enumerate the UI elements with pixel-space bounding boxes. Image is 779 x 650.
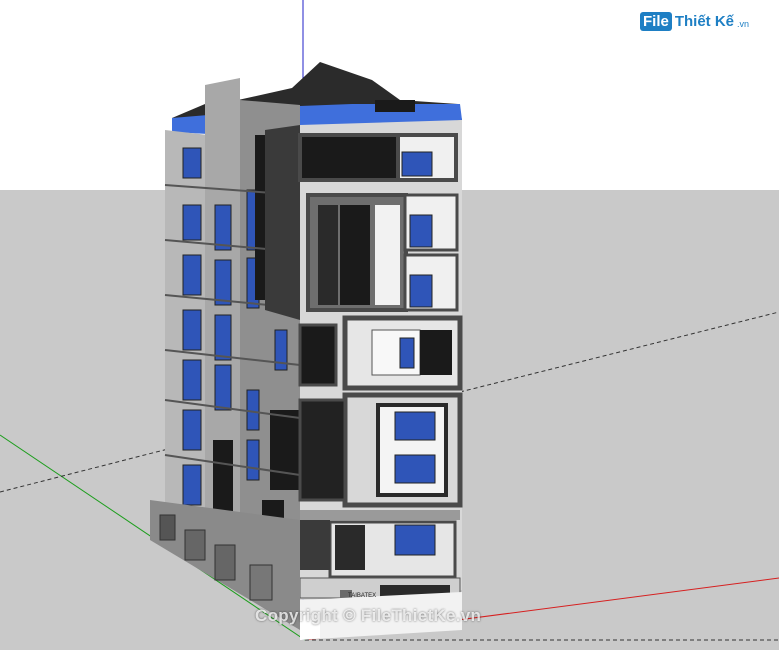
logo-file-mark: File xyxy=(640,12,672,31)
filethietke-logo: File Thiết Kế .vn xyxy=(640,12,749,31)
front-panels xyxy=(298,133,463,625)
sketchup-viewport[interactable]: TAIBATEX File Thiết Kế .vn Copyright © F… xyxy=(0,0,779,650)
building-sign: TAIBATEX xyxy=(348,593,376,599)
logo-text: Thiết Kế xyxy=(674,13,735,30)
copyright-watermark: Copyright © FileThietKe.vn xyxy=(255,606,482,625)
roof-box xyxy=(375,100,415,112)
logo-domain: .vn xyxy=(737,19,750,29)
front-dark-strip xyxy=(265,125,300,320)
3d-scene[interactable]: TAIBATEX xyxy=(0,0,779,650)
building-model[interactable]: TAIBATEX xyxy=(150,62,463,640)
